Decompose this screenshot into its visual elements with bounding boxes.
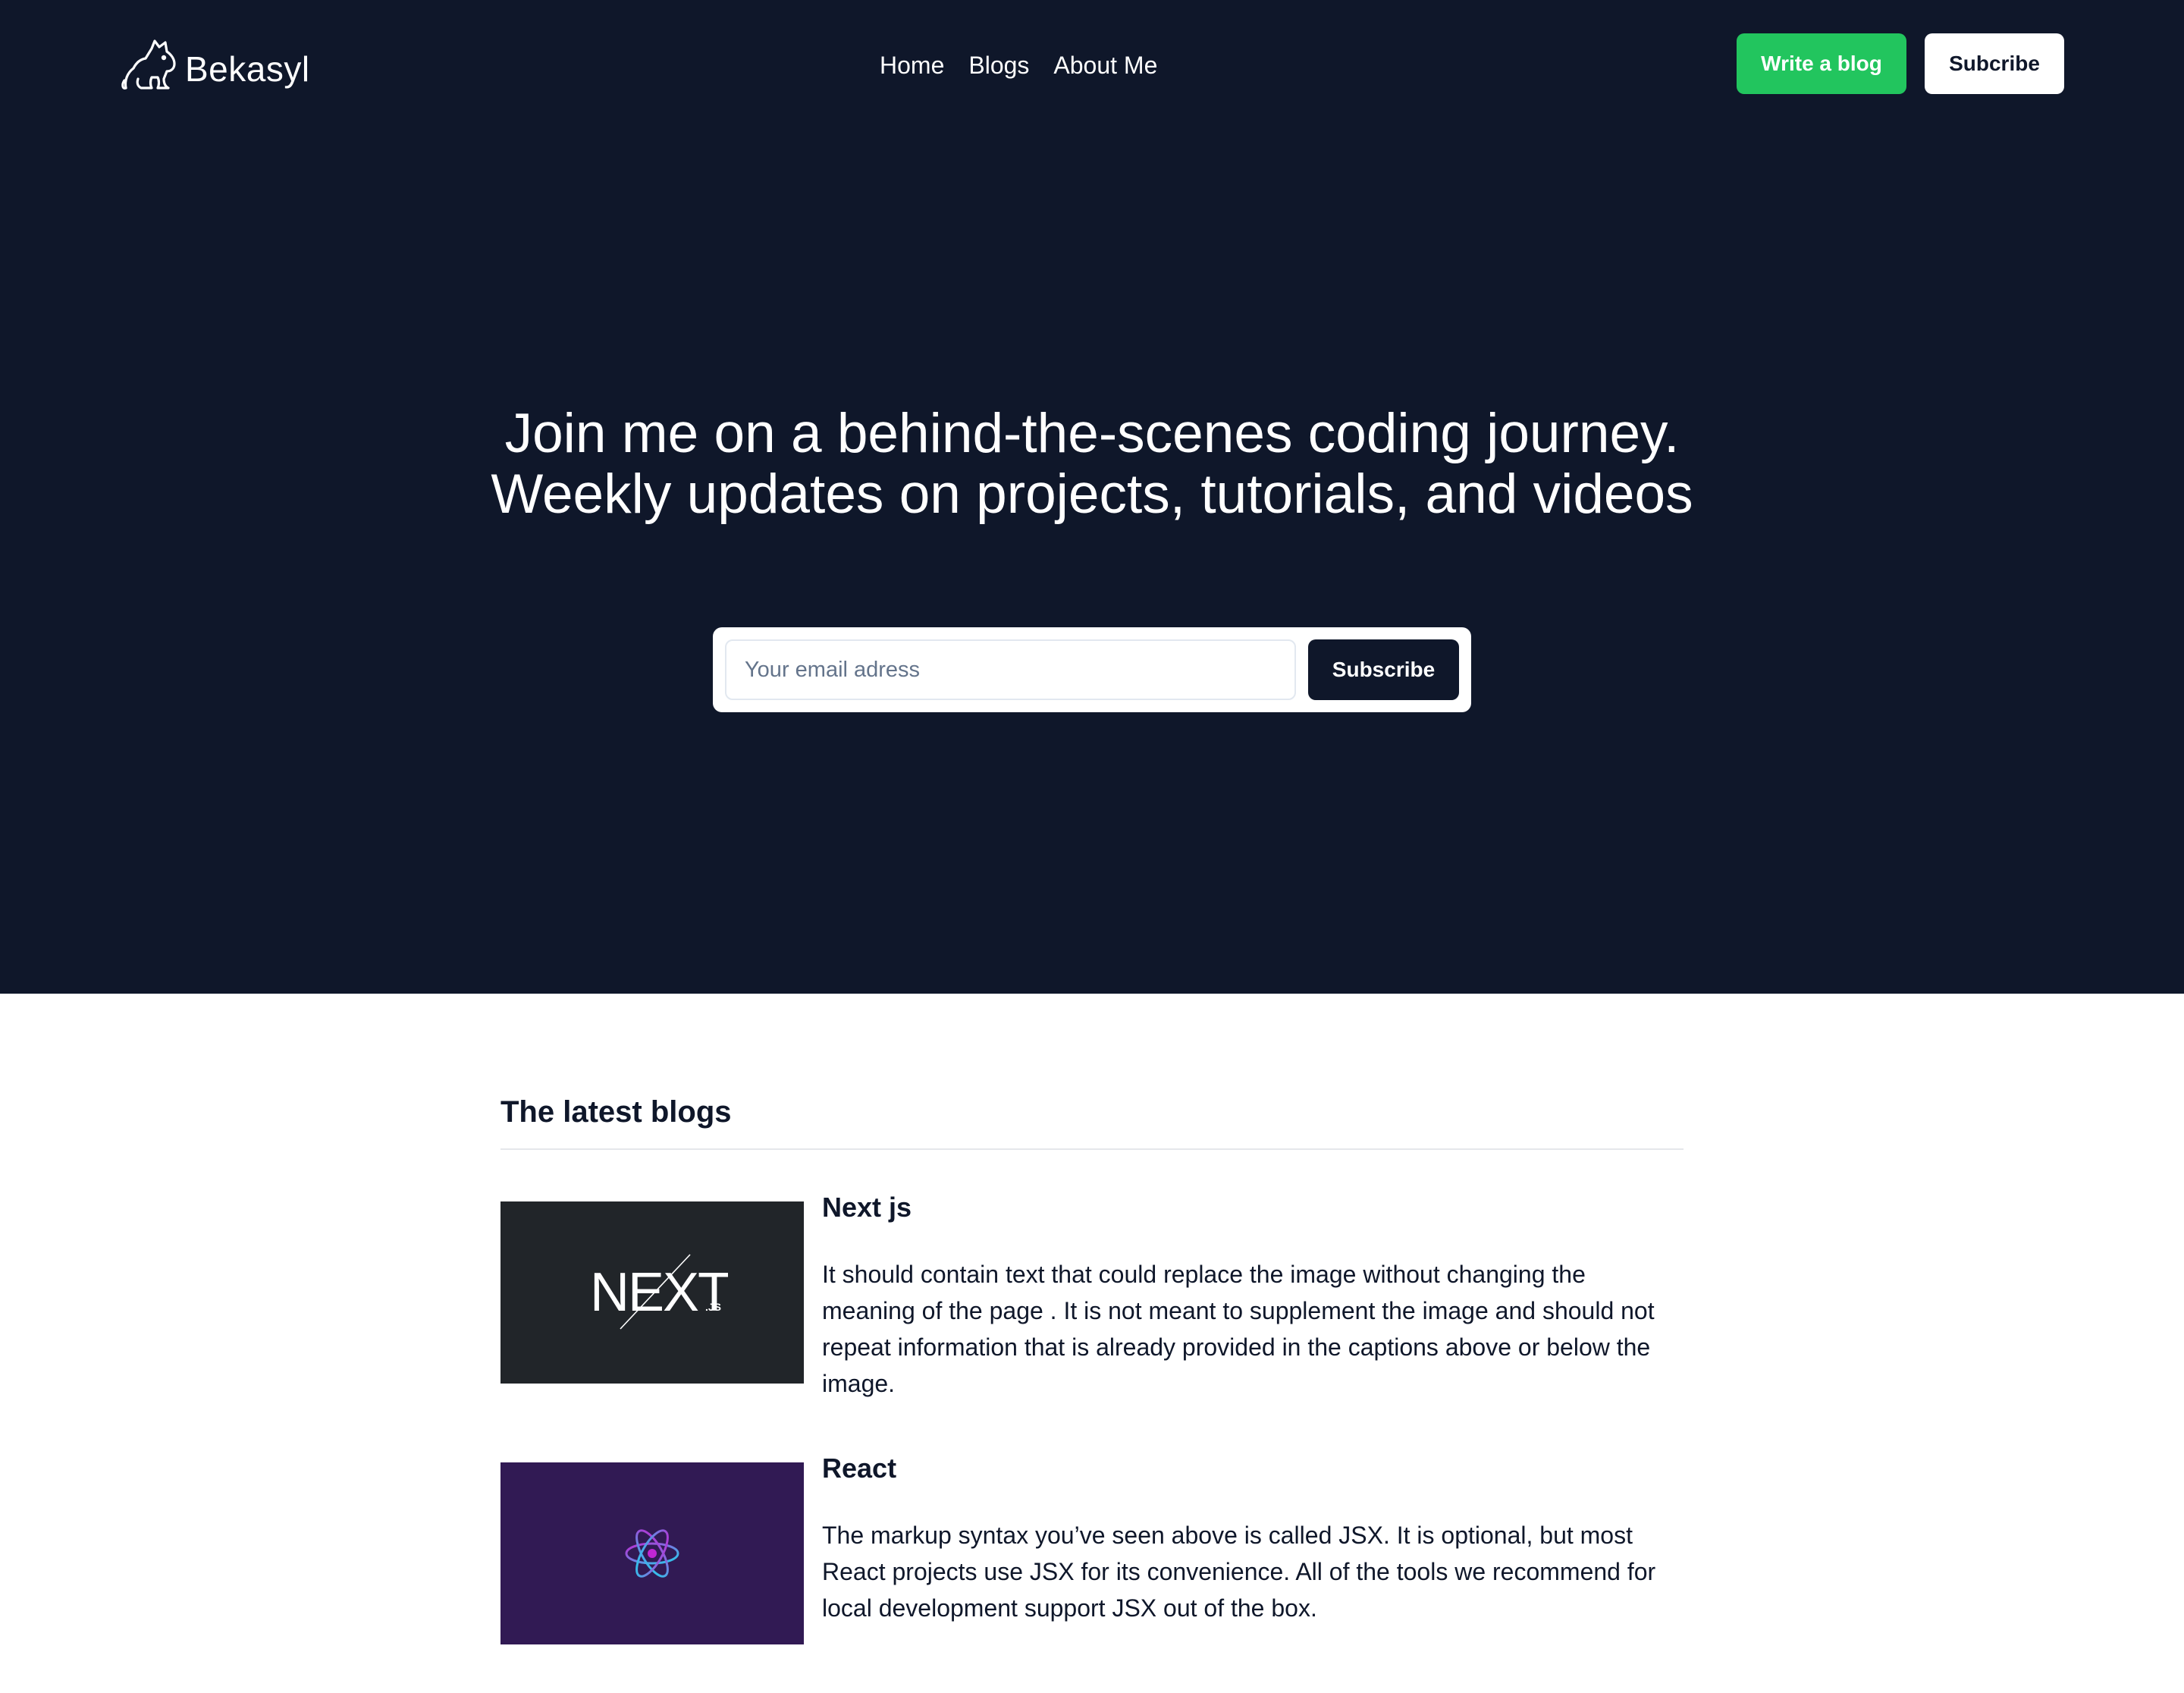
post-card-react[interactable]: React The markup syntax you’ve seen abov… bbox=[500, 1450, 1684, 1644]
nextjs-logo-icon: NEXT .JS bbox=[590, 1254, 728, 1330]
section-title: The latest blogs bbox=[500, 1095, 732, 1129]
post-body: React The markup syntax you’ve seen abov… bbox=[822, 1450, 1684, 1644]
post-list: NEXT .JS Next js It should contain text … bbox=[500, 1189, 1684, 1644]
hero-header: Bekasyl Home Blogs About Me Write a blog… bbox=[0, 0, 2184, 994]
nav-link-about[interactable]: About Me bbox=[1053, 53, 1157, 77]
post-thumbnail-nextjs[interactable]: NEXT .JS bbox=[500, 1201, 804, 1384]
blog-section: The latest blogs NEXT .JS Next js It sho… bbox=[500, 1091, 1684, 1693]
header-actions: Write a blog Subcribe bbox=[1737, 33, 2064, 94]
divider bbox=[500, 1148, 1684, 1150]
brand-logo[interactable]: Bekasyl bbox=[118, 32, 310, 100]
main-nav: Home Blogs About Me bbox=[880, 44, 1157, 86]
write-blog-button[interactable]: Write a blog bbox=[1737, 33, 1906, 94]
nav-link-blogs[interactable]: Blogs bbox=[968, 53, 1029, 77]
subscribe-form: Subscribe bbox=[713, 627, 1471, 712]
post-excerpt: The markup syntax you’ve seen above is c… bbox=[822, 1522, 1656, 1622]
post-card-nextjs[interactable]: NEXT .JS Next js It should contain text … bbox=[500, 1189, 1684, 1402]
post-body: Next js It should contain text that coul… bbox=[822, 1189, 1684, 1402]
post-title[interactable]: Next js bbox=[822, 1189, 1684, 1226]
email-input[interactable] bbox=[725, 639, 1296, 700]
post-excerpt: It should contain text that could replac… bbox=[822, 1261, 1655, 1397]
hero-title: Join me on a behind-the-scenes coding jo… bbox=[491, 403, 1693, 525]
post-title[interactable]: React bbox=[822, 1450, 1684, 1487]
post-thumbnail-react[interactable] bbox=[500, 1462, 804, 1644]
nav-link-home[interactable]: Home bbox=[880, 53, 944, 77]
subscribe-button[interactable]: Subscribe bbox=[1308, 639, 1459, 700]
brand-name: Bekasyl bbox=[185, 49, 310, 89]
svg-text:.JS: .JS bbox=[705, 1301, 721, 1313]
cat-icon bbox=[121, 39, 176, 90]
react-atom-icon bbox=[625, 1529, 679, 1578]
header-subscribe-button[interactable]: Subcribe bbox=[1925, 33, 2064, 94]
svg-text:NEXT: NEXT bbox=[590, 1262, 728, 1323]
